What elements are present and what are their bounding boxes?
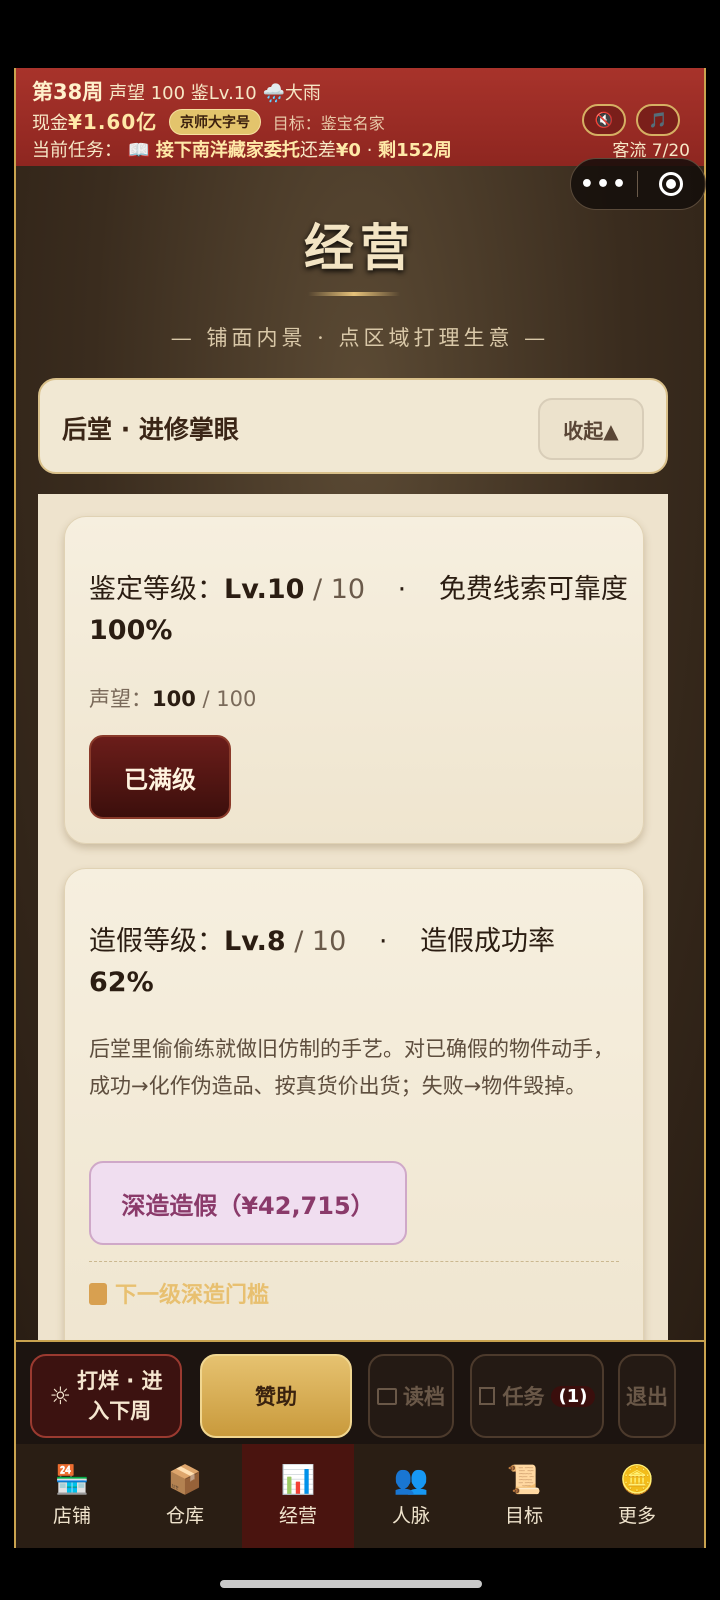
appraise-level: Lv.10 <box>224 574 305 605</box>
font-size-toggle[interactable]: 京师大字号 <box>169 109 261 135</box>
appraise-max: / 10 <box>304 574 366 605</box>
tab-more[interactable]: 🪙 更多 <box>581 1444 693 1548</box>
exit-button[interactable]: 退出 <box>618 1354 676 1438</box>
hud-row-1: 第38周 声望 100 鉴Lv.10 🌧️大雨 <box>32 76 321 106</box>
tab-label: 目标 <box>504 1504 543 1527</box>
week-counter: 第38周 <box>32 80 104 104</box>
hud-row-2: 现金¥1.60亿 京师大字号 目标：鉴宝名家 <box>32 106 385 135</box>
more-options-icon[interactable]: ••• <box>571 172 637 197</box>
appraise-level-label: 鉴Lv.10 <box>190 83 257 104</box>
reputation-label: 声望 100 <box>108 83 186 104</box>
sun-icon: ☼ <box>49 1382 71 1410</box>
reputation-stat: 声望：100 / 100 <box>89 683 256 713</box>
shop-icon: 🏪 <box>54 1462 90 1496</box>
page-subtitle: — 铺面内景 · 点区域打理生意 — <box>170 326 550 350</box>
task-label-btn: 任务 <box>502 1385 545 1409</box>
divider <box>89 1261 619 1262</box>
section-panel: 鉴定等级：Lv.10 / 10 · 免费线索可靠度 100% 声望：100 / … <box>38 494 668 1340</box>
rep-max: / 100 <box>195 687 257 711</box>
top-hud: 第38周 声望 100 鉴Lv.10 🌧️大雨 现金¥1.60亿 京师大字号 目… <box>16 68 704 169</box>
tab-goals[interactable]: 📜 目标 <box>468 1444 580 1548</box>
people-icon: 👥 <box>393 1462 429 1496</box>
ledger-icon: 📊 <box>280 1462 316 1496</box>
close-miniprogram-button[interactable] <box>638 172 704 196</box>
weeks-remaining: 剩152周 <box>378 140 452 161</box>
rep-value: 100 <box>152 687 196 711</box>
cash-value: ¥1.60亿 <box>68 110 158 134</box>
tab-label: 人脉 <box>391 1504 430 1527</box>
music-button[interactable]: 🎵 <box>636 104 680 136</box>
title-divider <box>308 292 400 296</box>
task-count-badge: (1) <box>550 1385 596 1407</box>
page-title: 经营 <box>304 218 416 277</box>
maxed-level-button[interactable]: 已满级 <box>89 735 231 819</box>
scroll-icon: 📜 <box>506 1462 542 1496</box>
task-label: 当前任务： <box>32 140 122 161</box>
separator-dot: · <box>378 926 388 957</box>
home-indicator[interactable] <box>220 1580 482 1588</box>
weather-label: 🌧️大雨 <box>262 83 321 104</box>
appraise-effect-value: 100% <box>89 615 173 646</box>
folder-icon <box>377 1387 397 1405</box>
bottom-tab-bar: 🏪 店铺 📦 仓库 📊 经营 👥 人脉 📜 目标 🪙 更多 <box>16 1444 704 1548</box>
coins-icon: 🪙 <box>619 1462 655 1496</box>
load-save-button[interactable]: 读档 <box>368 1354 454 1438</box>
tab-warehouse[interactable]: 📦 仓库 <box>129 1444 241 1548</box>
task-gap-label: 还差 <box>299 140 336 161</box>
task-button[interactable]: 任务 (1) <box>470 1354 604 1438</box>
system-status-bar <box>0 0 720 68</box>
task-icon <box>478 1387 495 1405</box>
music-icon: 🎵 <box>648 111 668 129</box>
forge-effect-label: 造假成功率 <box>420 926 556 957</box>
separator-dot: · <box>397 574 407 605</box>
next-level-title-text: 下一级深造门槛 <box>115 1283 270 1308</box>
game-frame: 第38周 声望 100 鉴Lv.10 🌧️大雨 现金¥1.60亿 京师大字号 目… <box>14 68 706 1548</box>
forge-max: / 10 <box>285 926 347 957</box>
end-week-line2: 入下周 <box>88 1399 152 1423</box>
tab-label: 经营 <box>278 1504 317 1527</box>
hud-row-3: 当前任务： 📖 接下南洋藏家委托还差¥0 · 剩152周 <box>32 136 452 162</box>
end-week-button[interactable]: ☼ 打烊 · 进入下周 <box>30 1354 182 1438</box>
task-gap-value: ¥0 <box>335 140 361 161</box>
tab-label: 仓库 <box>165 1504 204 1527</box>
section-title: 后堂 · 进修掌眼 <box>62 415 239 444</box>
mute-button[interactable]: 🔇 <box>582 104 626 136</box>
end-week-label: 打烊 · 进入下周 <box>77 1366 163 1426</box>
tab-shop[interactable]: 🏪 店铺 <box>16 1444 128 1548</box>
next-level-threshold-title: 下一级深造门槛 <box>89 1277 269 1309</box>
current-task-name[interactable]: 接下南洋藏家委托 <box>156 140 300 161</box>
target-icon <box>659 172 683 196</box>
cash-label: 现金 <box>32 113 68 134</box>
rep-label: 声望： <box>89 687 152 711</box>
tab-label: 更多 <box>617 1504 656 1527</box>
appraise-stat-label: 鉴定等级： <box>89 574 224 605</box>
tab-manage[interactable]: 📊 经营 <box>242 1444 354 1548</box>
collapse-button[interactable]: 收起▲ <box>538 398 644 460</box>
appraise-effect-label: 免费线索可靠度 <box>438 574 628 605</box>
load-label: 读档 <box>403 1385 445 1409</box>
mute-icon: 🔇 <box>594 111 614 129</box>
book-icon: 📖 <box>127 140 151 161</box>
forge-stat-label: 造假等级： <box>89 926 224 957</box>
tab-contacts[interactable]: 👥 人脉 <box>355 1444 467 1548</box>
forge-description: 后堂里偷偷练就做旧仿制的手艺。对已确假的物件动手，成功→化作伪造品、按真货价出货… <box>89 1037 614 1098</box>
end-week-line1: 打烊 · 进 <box>76 1369 163 1393</box>
forge-level: Lv.8 <box>224 926 286 957</box>
tab-label: 店铺 <box>52 1504 91 1527</box>
appraise-card: 鉴定等级：Lv.10 / 10 · 免费线索可靠度 100% 声望：100 / … <box>64 516 644 844</box>
forge-card: 造假等级：Lv.8 / 10 · 造假成功率 62% 后堂里偷偷练就做旧仿制的手… <box>64 868 644 1340</box>
miniprogram-capsule: ••• <box>570 158 706 210</box>
section-header-backroom: 后堂 · 进修掌眼 收起▲ <box>38 378 668 474</box>
action-bar: ☼ 打烊 · 进入下周 赞助 读档 任务 (1) 退出 <box>16 1340 704 1449</box>
scroll-icon <box>89 1283 107 1305</box>
task-separator: · <box>366 140 373 161</box>
upgrade-forge-button[interactable]: 深造造假（¥42,715） <box>89 1161 407 1245</box>
appraise-stat: 鉴定等级：Lv.10 / 10 · 免费线索可靠度 100% <box>89 569 629 651</box>
forge-effect-value: 62% <box>89 967 154 998</box>
goal-label: 目标：鉴宝名家 <box>272 114 385 133</box>
sponsor-button[interactable]: 赞助 <box>200 1354 352 1438</box>
forge-stat: 造假等级：Lv.8 / 10 · 造假成功率 62% <box>89 921 589 1003</box>
crate-icon: 📦 <box>167 1462 203 1496</box>
